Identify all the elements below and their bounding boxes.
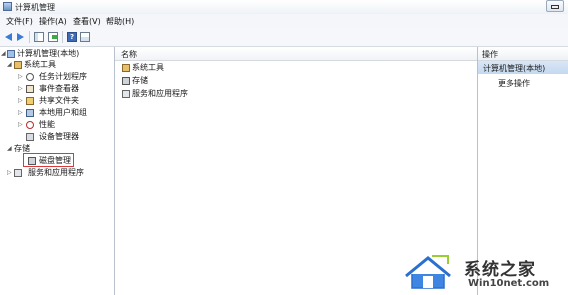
tree-label: 任务计划程序 (39, 72, 87, 81)
clock-icon (26, 73, 34, 81)
collapse-arrow-icon[interactable]: ◢ (1, 48, 6, 59)
actions-section-label: 计算机管理(本地) (483, 64, 546, 73)
tree-label: 计算机管理(本地) (17, 49, 80, 58)
actions-header: 操作 (478, 47, 568, 61)
tree-label: 服务和应用程序 (28, 168, 84, 177)
list-item-label: 服务和应用程序 (132, 89, 188, 98)
name-column-header[interactable]: 名称 (115, 47, 477, 61)
show-tree-icon[interactable] (34, 32, 44, 42)
restore-icon (551, 5, 559, 9)
back-arrow-icon[interactable] (5, 33, 12, 41)
tree-label: 性能 (39, 120, 55, 129)
performance-icon (26, 121, 34, 129)
actions-section[interactable]: 计算机管理(本地) (478, 61, 568, 74)
expand-arrow-icon[interactable]: ▷ (18, 83, 23, 94)
expand-arrow-icon[interactable]: ▷ (18, 107, 23, 118)
help-icon[interactable]: ? (67, 32, 77, 42)
menu-action[interactable]: 操作(A) (39, 16, 67, 27)
computer-icon (7, 50, 15, 58)
event-log-icon (26, 85, 34, 93)
watermark-name: 系统之家 (464, 260, 536, 280)
toolbar-separator (62, 31, 63, 43)
tree-label: 共享文件夹 (39, 96, 79, 105)
tools-icon (14, 61, 22, 69)
toolbar-separator (29, 31, 30, 43)
actions-title: 操作 (482, 50, 498, 59)
tree-label: 本地用户和组 (39, 108, 87, 117)
services-icon (14, 169, 22, 177)
device-manager-icon (26, 133, 34, 141)
list-item-label: 系统工具 (132, 63, 164, 72)
computer-management-icon (3, 2, 12, 11)
shared-folder-icon (26, 97, 34, 105)
expand-arrow-icon[interactable]: ▷ (7, 167, 12, 178)
tree-label: 设备管理器 (39, 132, 79, 141)
expand-arrow-icon[interactable]: ▷ (18, 95, 23, 106)
tools-icon (122, 64, 130, 72)
export-list-icon[interactable] (48, 32, 58, 42)
collapse-arrow-icon[interactable]: ◢ (7, 59, 12, 70)
window-title: 计算机管理 (15, 3, 55, 12)
properties-icon[interactable] (80, 32, 90, 42)
tree-label: 系统工具 (24, 60, 56, 69)
menu-view[interactable]: 查看(V) (73, 16, 101, 27)
export-arrow (52, 35, 57, 39)
forward-arrow-icon[interactable] (17, 33, 24, 41)
list-item-label: 存储 (132, 76, 148, 85)
users-icon (26, 109, 34, 117)
expand-arrow-icon[interactable]: ▷ (18, 119, 23, 130)
watermark-url: Win10net.com (468, 278, 550, 289)
menu-help[interactable]: 帮助(H) (106, 16, 134, 27)
expand-arrow-icon[interactable]: ▷ (18, 71, 23, 82)
services-icon (122, 90, 130, 98)
column-label: 名称 (121, 50, 137, 59)
toolbar: ? (0, 28, 568, 47)
collapse-arrow-icon[interactable]: ◢ (7, 143, 12, 154)
restore-button[interactable] (546, 0, 564, 12)
tree-label: 事件查看器 (39, 84, 79, 93)
storage-icon (122, 77, 130, 85)
menu-file[interactable]: 文件(F) (6, 16, 33, 27)
house-logo-icon (405, 255, 451, 289)
more-actions-link[interactable]: 更多操作 (498, 78, 530, 89)
disk-management-highlight (23, 153, 74, 167)
menu-bar: 文件(F) 操作(A) 查看(V) 帮助(H) (0, 14, 568, 29)
watermark: 系统之家 Win10net.com (398, 248, 568, 295)
tree-pane: ◢ 计算机管理(本地) ◢ 系统工具 ▷ 任务计划程序 ▷ 事件查看器 ▷ 共享… (0, 47, 115, 295)
title-bar: 计算机管理 (0, 0, 568, 15)
